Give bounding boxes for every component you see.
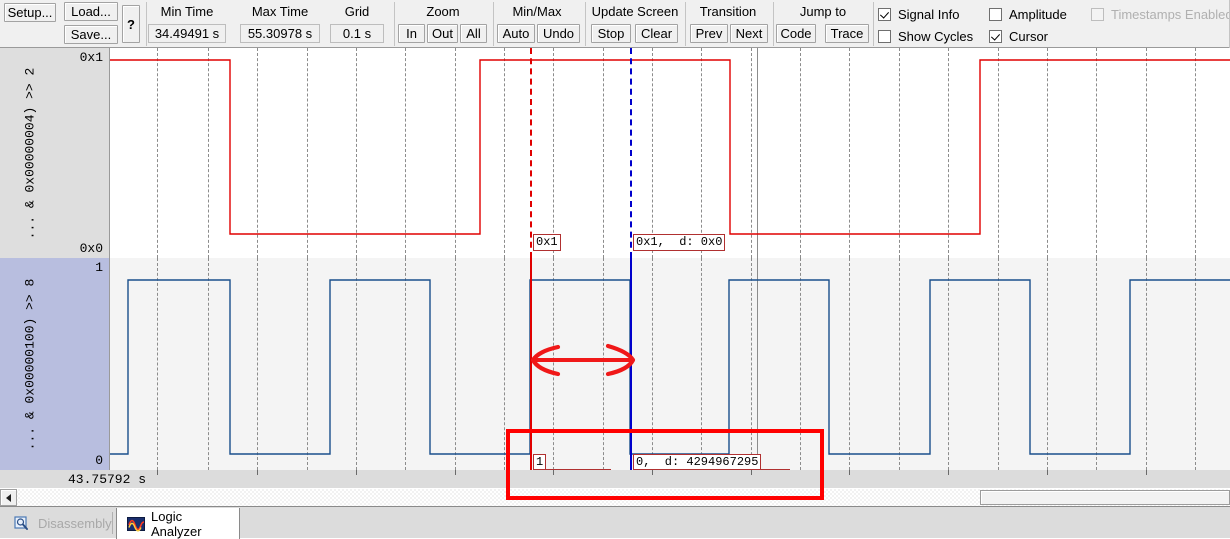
amplitude-checkbox[interactable] [989, 8, 1002, 21]
signal-red-level-bottom: 0x0 [79, 241, 103, 256]
show-cycles-checkbox-row[interactable]: Show Cycles [878, 29, 973, 44]
tab-logic-analyzer-label: Logic Analyzer [151, 508, 202, 539]
scroll-left-arrow-icon[interactable] [0, 489, 17, 506]
signal-blue-waveform [110, 258, 1230, 470]
delta-arrow-annotation [530, 343, 636, 377]
waveform-icon [127, 516, 145, 532]
update-screen-group-label: Update Screen [591, 4, 679, 19]
zoom-in-button[interactable]: In [398, 24, 425, 43]
cursor-checkbox-row[interactable]: Cursor [989, 29, 1048, 44]
cursor-label: Cursor [1009, 29, 1049, 44]
grid-label: Grid [344, 4, 370, 19]
tab-logic-analyzer[interactable]: Logic Analyzer [116, 508, 240, 539]
time-axis[interactable]: 43.75792 s [0, 470, 1230, 490]
signal-lane-blue[interactable]: ... & 0x00000100) >> 8 1 0 1 0, d: 42949… [0, 258, 1230, 470]
minmax-undo-button[interactable]: Undo [537, 24, 580, 43]
signal-red-waveform [110, 48, 1230, 258]
transition-next-button[interactable]: Next [730, 24, 768, 43]
signal-blue-cursor-b-value: 0, d: 4294967295 [633, 454, 762, 470]
signal-red-cursor-a-value: 0x1 [533, 234, 561, 251]
transition-prev-button[interactable]: Prev [690, 24, 728, 43]
jump-to-group-label: Jump to [799, 4, 847, 19]
horizontal-scrollbar[interactable] [0, 488, 1230, 506]
help-button[interactable]: ? [122, 5, 140, 43]
signal-blue-label-panel[interactable]: ... & 0x00000100) >> 8 1 0 [0, 258, 110, 470]
scrollbar-thumb[interactable] [980, 490, 1230, 505]
setup-button[interactable]: Setup... [4, 3, 56, 22]
zoom-group-label: Zoom [426, 4, 460, 19]
waveform-area[interactable]: ... & 0x00000004) >> 2 0x1 0x0 0x1 0x1, … [0, 48, 1230, 486]
jump-to-trace-button[interactable]: Trace [825, 24, 869, 43]
signal-red-cursor-b-value: 0x1, d: 0x0 [633, 234, 726, 251]
timestamps-enabled-checkbox-row: Timestamps Enabled [1091, 7, 1230, 22]
timestamps-enabled-checkbox [1091, 8, 1104, 21]
transition-group-label: Transition [699, 4, 757, 19]
show-cycles-label: Show Cycles [898, 29, 974, 44]
amplitude-label: Amplitude [1009, 7, 1067, 22]
signal-red-label-panel[interactable]: ... & 0x00000004) >> 2 0x1 0x0 [0, 48, 110, 258]
cursor-checkbox[interactable] [989, 30, 1002, 43]
signal-blue-level-top: 1 [95, 260, 103, 275]
amplitude-checkbox-row[interactable]: Amplitude [989, 7, 1067, 22]
time-axis-ticks [110, 470, 1230, 475]
signal-red-name: ... & 0x00000004) >> 2 [22, 67, 38, 239]
save-button[interactable]: Save... [64, 25, 118, 44]
show-cycles-checkbox[interactable] [878, 30, 891, 43]
toolbar: Setup... Load... Save... ? Min Time 34.4… [0, 0, 1230, 48]
signal-blue-level-bottom: 0 [95, 453, 103, 468]
min-time-value[interactable]: 34.49491 s [148, 24, 226, 43]
max-time-value[interactable]: 55.30978 s [240, 24, 320, 43]
signal-blue-plot[interactable]: 1 0, d: 4294967295 [110, 258, 1230, 470]
min-time-label: Min Time [160, 4, 214, 19]
time-axis-start-label: 43.75792 s [68, 472, 147, 487]
zoom-all-button[interactable]: All [460, 24, 487, 43]
minmax-group-label: Min/Max [512, 4, 562, 19]
zoom-out-button[interactable]: Out [427, 24, 458, 43]
cursor-b-line[interactable] [630, 48, 632, 258]
signal-info-checkbox[interactable] [878, 8, 891, 21]
logic-analyzer-window: Setup... Load... Save... ? Min Time 34.4… [0, 0, 1230, 539]
signal-info-label: Signal Info [898, 7, 960, 22]
cursor-a-line[interactable] [530, 48, 532, 258]
tab-bar[interactable]: Disassembly Logic Analyzer [0, 506, 1230, 539]
max-time-label: Max Time [251, 4, 309, 19]
grid-value[interactable]: 0.1 s [330, 24, 384, 43]
tab-disassembly[interactable]: Disassembly [4, 508, 122, 539]
signal-red-plot[interactable]: 0x1 0x1, d: 0x0 [110, 48, 1230, 258]
signal-red-level-top: 0x1 [79, 50, 103, 65]
tab-disassembly-label: Disassembly [38, 516, 112, 531]
update-screen-stop-button[interactable]: Stop [591, 24, 631, 43]
update-screen-clear-button[interactable]: Clear [635, 24, 678, 43]
signal-blue-name: ... & 0x00000100) >> 8 [22, 278, 38, 450]
signal-info-checkbox-row[interactable]: Signal Info [878, 7, 959, 22]
magnifier-icon [14, 515, 28, 530]
load-button[interactable]: Load... [64, 2, 118, 21]
minmax-auto-button[interactable]: Auto [497, 24, 535, 43]
timestamps-enabled-label: Timestamps Enabled [1111, 7, 1230, 22]
signal-blue-cursor-a-value: 1 [533, 454, 547, 470]
signal-lane-red[interactable]: ... & 0x00000004) >> 2 0x1 0x0 0x1 0x1, … [0, 48, 1230, 258]
jump-to-code-button[interactable]: Code [776, 24, 816, 43]
